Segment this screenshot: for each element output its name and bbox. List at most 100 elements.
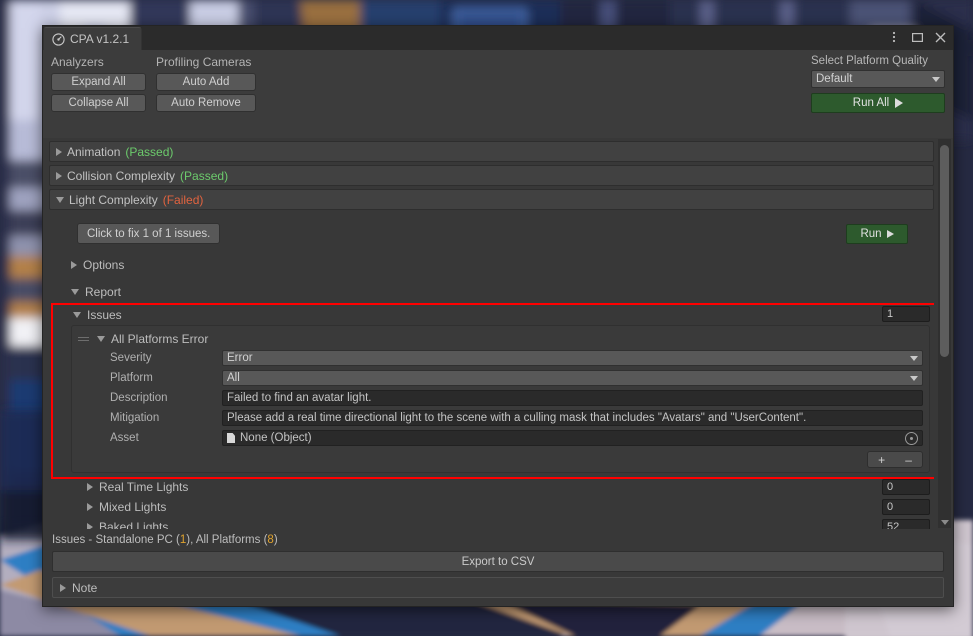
window-buttons [887,29,947,45]
summary-suffix: ) [273,534,278,546]
kebab-menu-icon[interactable] [887,29,901,45]
issues-foldout[interactable]: Issues 1 [49,305,934,325]
severity-dropdown[interactable]: Error [222,350,923,366]
chevron-down-icon[interactable] [73,312,81,318]
platform-quality-section: Select Platform Quality Default Run All [811,55,945,113]
analyzer-name: Light Complexity [69,192,158,207]
mitigation-input[interactable]: Please add a real time directional light… [222,410,923,426]
chevron-right-icon[interactable] [56,147,62,156]
cpa-gauge-icon [52,32,65,46]
scroll-down-arrow-icon[interactable] [941,520,949,525]
analyzer-row-light-complexity[interactable]: Light Complexity (Failed) [49,189,934,210]
light-row-baked[interactable]: Baked Lights 52 [49,517,934,529]
light-label: Real Time Lights [99,480,189,494]
analyzer-scroll-content: Animation (Passed) Collision Complexity … [49,138,934,529]
fix-issues-button[interactable]: Click to fix 1 of 1 issues. [77,223,221,244]
drag-handle-icon[interactable] [78,336,89,341]
chevron-right-icon[interactable] [87,503,93,511]
remove-issue-button[interactable]: – [905,454,912,466]
options-foldout[interactable]: Options [49,255,934,275]
analyzer-row-animation[interactable]: Animation (Passed) [49,141,934,162]
light-row-real-time[interactable]: Real Time Lights 0 [49,477,934,497]
property-label: Platform [110,372,153,384]
chevron-down-icon [932,76,940,82]
add-issue-button[interactable]: + [878,454,885,466]
light-count-field[interactable]: 0 [882,479,930,495]
collapse-all-button[interactable]: Collapse All [51,94,146,112]
issue-title-row[interactable]: All Platforms Error [72,329,929,348]
chevron-right-icon[interactable] [71,261,77,269]
tab-cpa[interactable]: CPA v1.2.1 [43,27,143,50]
expand-all-button[interactable]: Expand All [51,73,146,91]
severity-value: Error [227,352,253,364]
property-label: Severity [110,352,152,364]
report-foldout[interactable]: Report [49,282,934,302]
chevron-down-icon [910,355,918,361]
analyzer-status: (Passed) [125,144,174,159]
property-row-platform: Platform All [72,368,929,388]
tab-label: CPA v1.2.1 [70,32,130,46]
property-row-mitigation: Mitigation Please add a real time direct… [72,408,929,428]
object-picker-icon[interactable] [905,431,918,445]
light-label: Baked Lights [99,520,169,529]
chevron-right-icon[interactable] [87,523,93,529]
asset-value: None (Object) [240,432,312,444]
platform-quality-dropdown[interactable]: Default [811,70,945,88]
vertical-scrollbar[interactable] [938,139,951,528]
chevron-down-icon[interactable] [97,335,105,342]
light-row-mixed[interactable]: Mixed Lights 0 [49,497,934,517]
play-icon [895,98,904,108]
chevron-right-icon[interactable] [60,583,66,592]
issues-summary: Issues - Standalone PC (1), All Platform… [52,534,944,546]
issue-card: All Platforms Error Severity Error Platf… [71,325,930,473]
asset-object-field[interactable]: None (Object) [222,430,923,446]
cpa-window: CPA v1.2.1 Analyzers Profiling Cameras E… [42,25,954,607]
auto-remove-button[interactable]: Auto Remove [156,94,256,112]
light-complexity-section: Click to fix 1 of 1 issues. Run Options … [49,213,934,529]
analyzer-row-collision-complexity[interactable]: Collision Complexity (Passed) [49,165,934,186]
auto-add-button[interactable]: Auto Add [156,73,256,91]
toolbar: Analyzers Profiling Cameras Expand All C… [43,50,953,138]
profiling-cameras-label: Profiling Cameras [156,55,252,69]
platform-dropdown[interactable]: All [222,370,923,386]
property-label: Mitigation [110,412,160,424]
analyzer-status: (Passed) [180,168,229,183]
mitigation-value: Please add a real time directional light… [227,412,807,424]
play-icon [886,230,894,238]
note-label: Note [72,580,98,595]
property-label: Description [110,392,168,404]
chevron-down-icon [910,375,918,381]
document-icon [227,433,235,443]
platform-value: All [227,372,240,384]
chevron-down-icon[interactable] [71,289,79,295]
options-label: Options [83,258,125,272]
platform-quality-label: Select Platform Quality [811,55,928,67]
light-count-field[interactable]: 0 [882,499,930,515]
export-to-csv-button[interactable]: Export to CSV [52,551,944,572]
property-label: Asset [110,432,139,444]
run-analyzer-button[interactable]: Run [846,224,908,244]
scrollbar-thumb[interactable] [940,145,949,357]
close-icon[interactable] [933,29,947,45]
note-foldout[interactable]: Note [52,577,944,598]
summary-mid: ), All Platforms ( [186,534,268,546]
analyzer-list-area: Animation (Passed) Collision Complexity … [43,138,953,529]
platform-quality-value: Default [816,73,853,85]
chevron-right-icon[interactable] [87,483,93,491]
analyzer-name: Animation [67,144,121,159]
description-input[interactable]: Failed to find an avatar light. [222,390,923,406]
description-value: Failed to find an avatar light. [227,392,372,404]
issues-count-field[interactable]: 1 [882,306,930,322]
issues-label: Issues [87,308,122,322]
footer: Issues - Standalone PC (1), All Platform… [43,529,953,606]
chevron-down-icon[interactable] [56,196,64,203]
issue-list-controls: + – [72,451,929,468]
run-label: Run [860,228,882,240]
light-label: Mixed Lights [99,500,167,514]
maximize-icon[interactable] [910,29,924,45]
chevron-right-icon[interactable] [56,171,62,180]
light-count-field[interactable]: 52 [882,519,930,529]
run-all-button[interactable]: Run All [811,93,945,113]
property-row-description: Description Failed to find an avatar lig… [72,388,929,408]
issues-block: Issues 1 All Platforms Error Severity Er… [49,303,934,479]
